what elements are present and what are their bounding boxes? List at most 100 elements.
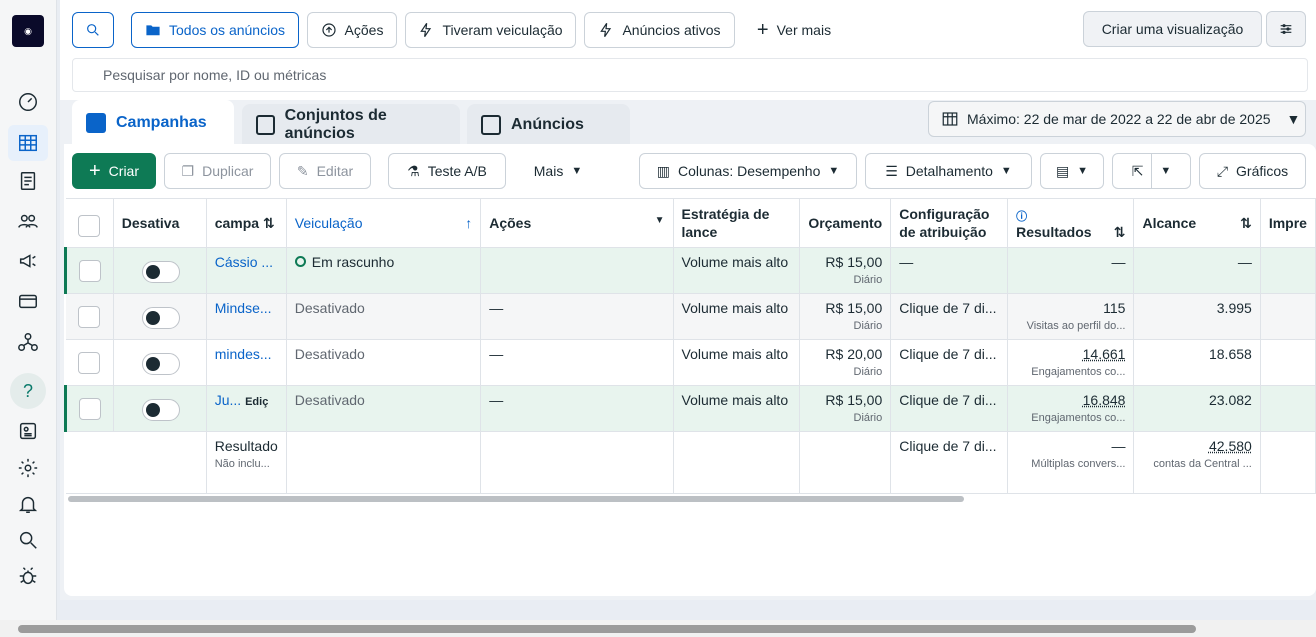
news-icon[interactable] (8, 413, 48, 449)
events-manager-icon[interactable] (8, 324, 48, 360)
campaigns-table: Desativa campa ⇅ Veiculação ↑ Ações ▼ Estr… (64, 198, 1316, 494)
edit-button[interactable]: ✎ Editar (279, 153, 371, 189)
header-delivery[interactable]: Veiculação ↑ (286, 198, 482, 248)
filter-actions-label: Ações (344, 22, 384, 38)
campaign-name-link[interactable]: Mindse... (215, 300, 272, 316)
settings-gear-icon[interactable] (8, 450, 48, 486)
tab-ads[interactable]: Anúncios (467, 104, 630, 146)
header-results-label: Resultados (1016, 224, 1092, 240)
row-select-cell[interactable] (64, 385, 114, 432)
tab-campaigns[interactable]: Campanhas (72, 100, 234, 146)
select-all-cell[interactable] (65, 198, 114, 248)
results-value[interactable]: 16.848 (1016, 392, 1126, 408)
help-icon[interactable]: ? (10, 373, 46, 409)
campaign-toggle[interactable] (141, 399, 180, 421)
search-icon[interactable] (8, 522, 48, 558)
campaign-name[interactable]: Mindse... (206, 293, 287, 340)
table-horizontal-scrollbar[interactable] (68, 496, 964, 502)
header-campaign[interactable]: campa ⇅ (206, 198, 287, 248)
reports-button[interactable]: ▤ ▼ (1040, 153, 1104, 189)
filter-actions[interactable]: Ações (307, 12, 397, 48)
ads-manager-table-icon[interactable] (8, 125, 48, 161)
row-select-cell[interactable] (65, 339, 114, 386)
header-bid-strategy[interactable]: Estratégia de lance (673, 198, 801, 248)
row-select-cell[interactable] (65, 293, 114, 340)
row-toggle-cell[interactable] (113, 293, 207, 340)
notifications-bell-icon[interactable] (8, 486, 48, 522)
summary-reach-value[interactable]: 42.580 (1142, 438, 1252, 454)
header-campaign-label: campa (214, 214, 260, 231)
sliders-icon (1280, 24, 1292, 34)
results-value[interactable]: 14.661 (1016, 346, 1126, 362)
pages-icon[interactable] (8, 163, 48, 199)
duplicate-button[interactable]: ❐ Duplicar (164, 153, 271, 189)
header-budget[interactable]: Orçamento (799, 198, 892, 248)
budget-period: Diário (853, 366, 883, 378)
header-attribution[interactable]: Configuração de atribuição (890, 198, 1009, 248)
audience-icon[interactable] (8, 203, 48, 239)
duplicate-icon: ❐ (181, 162, 195, 179)
campaign-name-link[interactable]: Ju... (215, 392, 241, 408)
campaign-name[interactable]: Cássio ... (206, 247, 287, 294)
chart-icon: ⤢ (1216, 162, 1229, 179)
dashboard-icon[interactable] (8, 84, 48, 120)
row-checkbox[interactable] (79, 260, 101, 282)
export-button[interactable]: ⇱ ▼ (1112, 153, 1191, 189)
summary-reach: 42.580 contas da Central ... (1133, 431, 1261, 494)
actions-cell: — (480, 385, 674, 432)
delivery-status: Desativado (294, 346, 365, 362)
campaign-toggle[interactable] (141, 261, 180, 283)
date-range-picker[interactable]: Máximo: 22 de mar de 2022 a 22 de abr de… (928, 101, 1306, 137)
header-status[interactable]: Desativa (113, 198, 207, 248)
table-row[interactable]: Ju... Ediç Desativado — Volume mais alto… (64, 385, 1316, 432)
campaign-toggle[interactable] (141, 353, 180, 375)
tab-ad-sets[interactable]: Conjuntos de anúncios (242, 104, 460, 146)
summary-attribution: Clique de 7 di... (890, 431, 1009, 494)
info-icon[interactable]: ⓘ (1016, 208, 1125, 224)
see-more-button[interactable]: + Ver mais (744, 12, 844, 48)
select-all-checkbox[interactable] (77, 215, 100, 237)
megaphone-icon[interactable] (8, 243, 48, 279)
breakdown-button[interactable]: ☰ Detalhamento ▼ (865, 153, 1032, 189)
campaign-name[interactable]: Ju... Ediç (206, 385, 287, 432)
edit-inline-link[interactable]: Ediç (245, 396, 268, 408)
charts-button[interactable]: ⤢ Gráficos (1199, 153, 1306, 189)
billing-card-icon[interactable] (8, 283, 48, 319)
filter-had-delivery[interactable]: Tiveram veiculação (405, 12, 576, 48)
filter-active-ads[interactable]: Anúncios ativos (584, 12, 735, 48)
bid-strategy-cell: Volume mais alto (673, 293, 801, 340)
header-actions[interactable]: Ações ▼ (480, 198, 674, 248)
summary-results: — Múltiplas convers... (1007, 431, 1135, 494)
table-row[interactable]: Mindse... Desativado — Volume mais alto … (65, 293, 1316, 340)
table-header-row: Desativa campa ⇅ Veiculação ↑ Ações ▼ Estr… (65, 198, 1316, 248)
ab-test-button[interactable]: ⚗ Teste A/B (388, 153, 506, 189)
create-button[interactable]: + Criar (72, 153, 156, 189)
row-toggle-cell[interactable] (113, 339, 207, 386)
campaign-name-link[interactable]: Cássio ... (215, 254, 273, 270)
filter-all-ads[interactable]: Todos os anúncios (131, 12, 299, 48)
row-toggle-cell[interactable] (113, 385, 207, 432)
more-button[interactable]: Mais ▼ (516, 153, 600, 189)
row-checkbox[interactable] (77, 306, 100, 328)
header-impressions[interactable]: Impre (1260, 198, 1316, 248)
campaign-name-link[interactable]: mindes... (215, 346, 272, 362)
campaign-name[interactable]: mindes... (206, 339, 287, 386)
budget-cell: R$ 15,00 Diário (799, 385, 892, 432)
row-toggle-cell[interactable] (113, 247, 207, 294)
header-reach[interactable]: Alcance ⇅ (1133, 198, 1261, 248)
row-checkbox[interactable] (77, 352, 100, 374)
table-row[interactable]: Cássio ... Em rascunho Volume mais alto … (64, 247, 1316, 294)
search-input[interactable]: Pesquisar por nome, ID ou métricas (72, 58, 1308, 92)
page-horizontal-scrollbar[interactable] (18, 625, 1196, 633)
bug-report-icon[interactable] (8, 558, 48, 594)
header-results[interactable]: ⓘ Resultados ⇅ (1007, 198, 1135, 248)
row-select-cell[interactable] (64, 247, 114, 294)
account-logo[interactable]: ◉ (12, 15, 44, 47)
columns-button[interactable]: ▥ Colunas: Desempenho ▼ (639, 153, 857, 189)
create-view-button[interactable]: Criar uma visualização (1083, 11, 1262, 47)
table-row[interactable]: mindes... Desativado — Volume mais alto … (65, 339, 1316, 386)
row-checkbox[interactable] (79, 398, 101, 420)
campaign-toggle[interactable] (141, 307, 180, 329)
view-settings-button[interactable] (1266, 11, 1306, 47)
search-button[interactable] (72, 12, 114, 48)
